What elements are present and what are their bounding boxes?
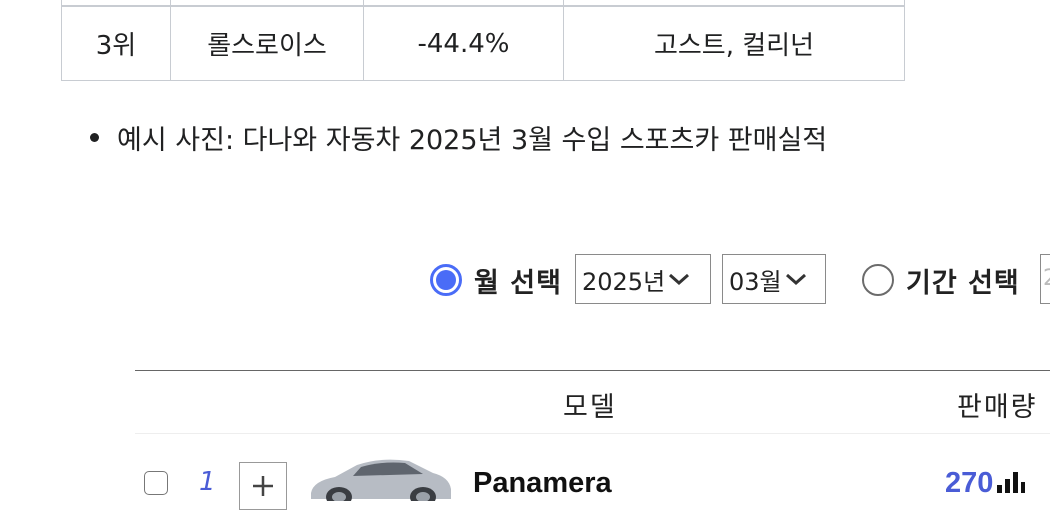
period-radio[interactable] <box>862 264 894 296</box>
column-header-model: 모델 <box>563 392 617 423</box>
month-select[interactable]: 03월 <box>722 254 826 304</box>
period-radio-option[interactable]: 기간 선택 <box>862 254 1020 306</box>
bullet-text: 예시 사진: 다나와 자동차 2025년 3월 수입 스포츠카 판매실적 <box>117 125 828 156</box>
month-radio-label: 월 선택 <box>474 267 562 299</box>
year-select-value: 2025년 <box>582 267 666 296</box>
table-row: 3위 롤스로이스 -44.4% 고스트, 컬리넌 <box>61 5 905 81</box>
year-select[interactable]: 2025년 <box>575 254 711 304</box>
period-radio-label: 기간 선택 <box>906 267 1020 299</box>
bullet-item: 예시 사진: 다나와 자동차 2025년 3월 수입 스포츠카 판매실적 <box>90 118 827 157</box>
row-checkbox[interactable] <box>144 471 168 495</box>
sales-count[interactable]: 270 <box>945 467 993 500</box>
period-start-select[interactable]: 2 <box>1040 254 1050 304</box>
column-header-sales: 판매량 <box>957 392 1038 423</box>
bar-chart-icon[interactable] <box>995 469 1025 495</box>
list-header: 모델 판매량 <box>135 370 1050 434</box>
chevron-down-icon <box>785 273 806 286</box>
model-name-link[interactable]: Panamera <box>473 467 612 500</box>
models-cell: 고스트, 컬리넌 <box>563 5 905 81</box>
expand-button[interactable] <box>239 462 287 510</box>
bullet-dot <box>90 133 99 142</box>
ranking-table: 3위 롤스로이스 -44.4% 고스트, 컬리넌 <box>61 0 905 81</box>
chevron-down-icon <box>669 273 690 286</box>
row-rank: 1 <box>199 467 216 497</box>
month-radio[interactable] <box>430 264 462 296</box>
plus-icon <box>253 476 273 496</box>
car-thumbnail[interactable] <box>305 453 455 501</box>
rank-cell: 3위 <box>61 5 171 81</box>
brand-cell: 롤스로이스 <box>170 5 364 81</box>
month-select-value: 03월 <box>729 267 782 296</box>
change-cell: -44.4% <box>363 5 564 81</box>
month-radio-option[interactable]: 월 선택 <box>430 254 562 306</box>
list-item: 1 Panamera 270 <box>135 455 1050 515</box>
